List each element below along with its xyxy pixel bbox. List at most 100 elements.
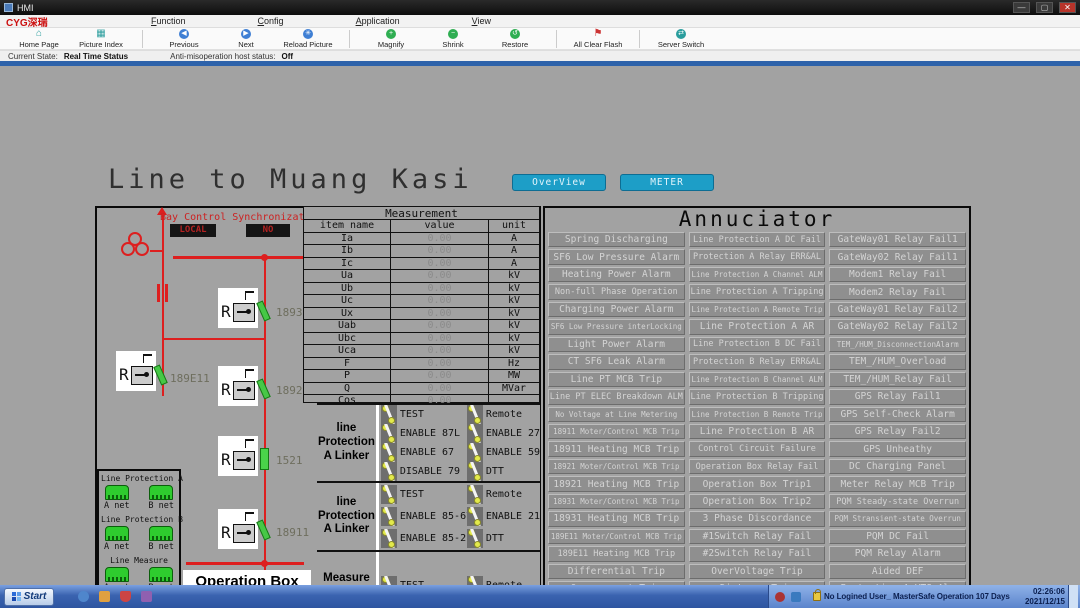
annunciator-tile[interactable]: Line Protection B Tripping xyxy=(689,389,826,404)
annunciator-tile[interactable]: #1Switch Relay Fail xyxy=(689,529,826,544)
annunciator-tile[interactable]: 189E11 Heating MCB Trip xyxy=(548,546,685,561)
relay-unit-18931[interactable]: R xyxy=(218,288,258,328)
menu-item-application[interactable]: Application xyxy=(356,16,400,26)
menu-item-function[interactable]: Function xyxy=(151,16,186,26)
annunciator-tile[interactable]: Operation Box Relay Fail xyxy=(689,459,826,474)
eye-icon[interactable] xyxy=(78,591,89,602)
start-button[interactable]: Start xyxy=(4,588,54,606)
toolbar-button-reload[interactable]: ✳Reload Picture xyxy=(277,28,339,49)
annunciator-tile[interactable]: TEM_/HUM_Overload xyxy=(829,354,966,369)
annunciator-tile[interactable]: SF6 Low Pressure interLocking xyxy=(548,319,685,334)
linker-switch-icon[interactable] xyxy=(467,443,483,462)
annunciator-tile[interactable]: Protection A Relay ERR&AL xyxy=(689,249,826,264)
annunciator-tile[interactable]: SF6 Low Pressure Alarm xyxy=(548,249,685,264)
annunciator-tile[interactable]: Line PT MCB Trip xyxy=(548,372,685,387)
annunciator-tile[interactable]: Heating Power Alarm xyxy=(548,267,685,282)
annunciator-tile[interactable]: Line Protection A Remote Trip xyxy=(689,302,826,317)
annunciator-tile[interactable]: Charging Power Alarm xyxy=(548,302,685,317)
toolbar-button-next[interactable]: ▶Next xyxy=(215,28,277,49)
annunciator-tile[interactable]: OverVoltage Trip xyxy=(689,564,826,579)
toolbar-button-server[interactable]: ⇄Server Switch xyxy=(650,28,712,49)
annunciator-tile[interactable]: CT SF6 Leak Alarm xyxy=(548,354,685,369)
annunciator-tile[interactable]: Aided DEF xyxy=(829,564,966,579)
taskbar-clock[interactable]: 02:26:06 2021/12/15 xyxy=(1025,587,1068,607)
relay-unit-189E11[interactable]: R xyxy=(116,351,156,391)
annunciator-tile[interactable]: 18911 Moter/Control MCB Trip xyxy=(548,424,685,439)
relay-unit-1521[interactable]: R xyxy=(218,436,258,476)
display-icon[interactable] xyxy=(791,592,801,602)
toolbar-button-magnify[interactable]: +Magnify xyxy=(360,28,422,49)
relay-unit-18921[interactable]: R xyxy=(218,366,258,406)
annunciator-tile[interactable]: Line Protection A AR xyxy=(689,319,826,334)
toolbar-button-restore[interactable]: ↺Restore xyxy=(484,28,546,49)
linker-switch-icon[interactable] xyxy=(467,529,483,548)
annunciator-tile[interactable]: Spring Discharging xyxy=(548,232,685,247)
menu-item-config[interactable]: Config xyxy=(258,16,284,26)
overview-button[interactable]: OverView xyxy=(512,174,606,191)
annunciator-tile[interactable]: Operation Box Trip2 xyxy=(689,494,826,509)
alarm-icon[interactable] xyxy=(775,592,785,602)
show-desktop-button[interactable] xyxy=(1068,585,1078,608)
annunciator-tile[interactable]: Line Protection B AR xyxy=(689,424,826,439)
toolbar-button-home[interactable]: ⌂Home Page xyxy=(8,28,70,49)
maximize-button[interactable]: ▢ xyxy=(1036,2,1053,13)
annunciator-tile[interactable]: PQM DC Fail xyxy=(829,529,966,544)
annunciator-tile[interactable]: PQM Steady-state Overrun xyxy=(829,494,966,509)
relay-unit-18911[interactable]: R xyxy=(218,509,258,549)
annunciator-tile[interactable]: GPS Relay Fail2 xyxy=(829,424,966,439)
app-icon[interactable] xyxy=(141,591,152,602)
annunciator-tile[interactable]: 3 Phase Discordance xyxy=(689,511,826,526)
linker-switch-icon[interactable] xyxy=(381,485,397,504)
linker-switch-icon[interactable] xyxy=(467,462,483,481)
shield-icon[interactable] xyxy=(120,591,131,602)
minimize-button[interactable]: — xyxy=(1013,2,1030,13)
annunciator-tile[interactable]: Line Protection B DC Fail xyxy=(689,337,826,352)
toolbar-button-prev[interactable]: ◀Previous xyxy=(153,28,215,49)
annunciator-tile[interactable]: 18911 Heating MCB Trip xyxy=(548,441,685,456)
annunciator-tile[interactable]: GateWay02 Relay Fail1 xyxy=(829,249,966,264)
annunciator-tile[interactable]: GPS Relay Fail1 xyxy=(829,389,966,404)
linker-switch-icon[interactable] xyxy=(381,529,397,548)
annunciator-tile[interactable]: Differential Trip xyxy=(548,564,685,579)
linker-switch-icon[interactable] xyxy=(381,443,397,462)
annunciator-tile[interactable]: Modem2 Relay Fail xyxy=(829,284,966,299)
annunciator-tile[interactable]: No Voltage at Line Metering xyxy=(548,407,685,422)
annunciator-tile[interactable]: Line Protection B Channel ALM xyxy=(689,372,826,387)
annunciator-tile[interactable]: Line Protection B Remote Trip xyxy=(689,407,826,422)
menu-item-view[interactable]: View xyxy=(472,16,491,26)
annunciator-tile[interactable]: Protection B Relay ERR&AL xyxy=(689,354,826,369)
annunciator-tile[interactable]: Operation Box Trip1 xyxy=(689,476,826,491)
linker-switch-icon[interactable] xyxy=(467,507,483,526)
annunciator-tile[interactable]: Line Protection A Channel ALM xyxy=(689,267,826,282)
annunciator-tile[interactable]: Line Protection A DC Fail xyxy=(689,232,826,247)
toolbar-button-index[interactable]: ▦Picture Index xyxy=(70,28,132,49)
annunciator-tile[interactable]: GPS Self-Check Alarm xyxy=(829,407,966,422)
annunciator-tile[interactable]: TEM_/HUM_DisconnectionAlarm xyxy=(829,337,966,352)
switch-1521-icon[interactable] xyxy=(260,448,269,470)
annunciator-tile[interactable]: Line PT ELEC Breakdown ALM xyxy=(548,389,685,404)
annunciator-tile[interactable]: Modem1 Relay Fail xyxy=(829,267,966,282)
linker-switch-icon[interactable] xyxy=(381,462,397,481)
annunciator-tile[interactable]: 189E11 Moter/Control MCB Trip xyxy=(548,529,685,544)
linker-switch-icon[interactable] xyxy=(381,405,397,424)
annunciator-tile[interactable]: Light Power Alarm xyxy=(548,337,685,352)
annunciator-tile[interactable]: GateWay01 Relay Fail1 xyxy=(829,232,966,247)
linker-switch-icon[interactable] xyxy=(381,507,397,526)
annunciator-tile[interactable]: 18921 Heating MCB Trip xyxy=(548,476,685,491)
linker-switch-icon[interactable] xyxy=(467,424,483,443)
annunciator-tile[interactable]: PQM Relay Alarm xyxy=(829,546,966,561)
annunciator-tile[interactable]: GateWay01 Relay Fail2 xyxy=(829,302,966,317)
toolbar-button-shrink[interactable]: −Shrink xyxy=(422,28,484,49)
annunciator-tile[interactable]: Non-full Phase Operation xyxy=(548,284,685,299)
linker-switch-icon[interactable] xyxy=(467,485,483,504)
annunciator-tile[interactable]: DC Charging Panel xyxy=(829,459,966,474)
annunciator-tile[interactable]: #2Switch Relay Fail xyxy=(689,546,826,561)
meter-button[interactable]: METER xyxy=(620,174,714,191)
annunciator-tile[interactable]: 18931 Heating MCB Trip xyxy=(548,511,685,526)
annunciator-tile[interactable]: GPS Unheathy xyxy=(829,441,966,456)
annunciator-tile[interactable]: 18921 Moter/Control MCB Trip xyxy=(548,459,685,474)
annunciator-tile[interactable]: Meter Relay MCB Trip xyxy=(829,476,966,491)
linker-switch-icon[interactable] xyxy=(467,405,483,424)
annunciator-tile[interactable]: GateWay02 Relay Fail2 xyxy=(829,319,966,334)
annunciator-tile[interactable]: Control Circuit Failure xyxy=(689,441,826,456)
